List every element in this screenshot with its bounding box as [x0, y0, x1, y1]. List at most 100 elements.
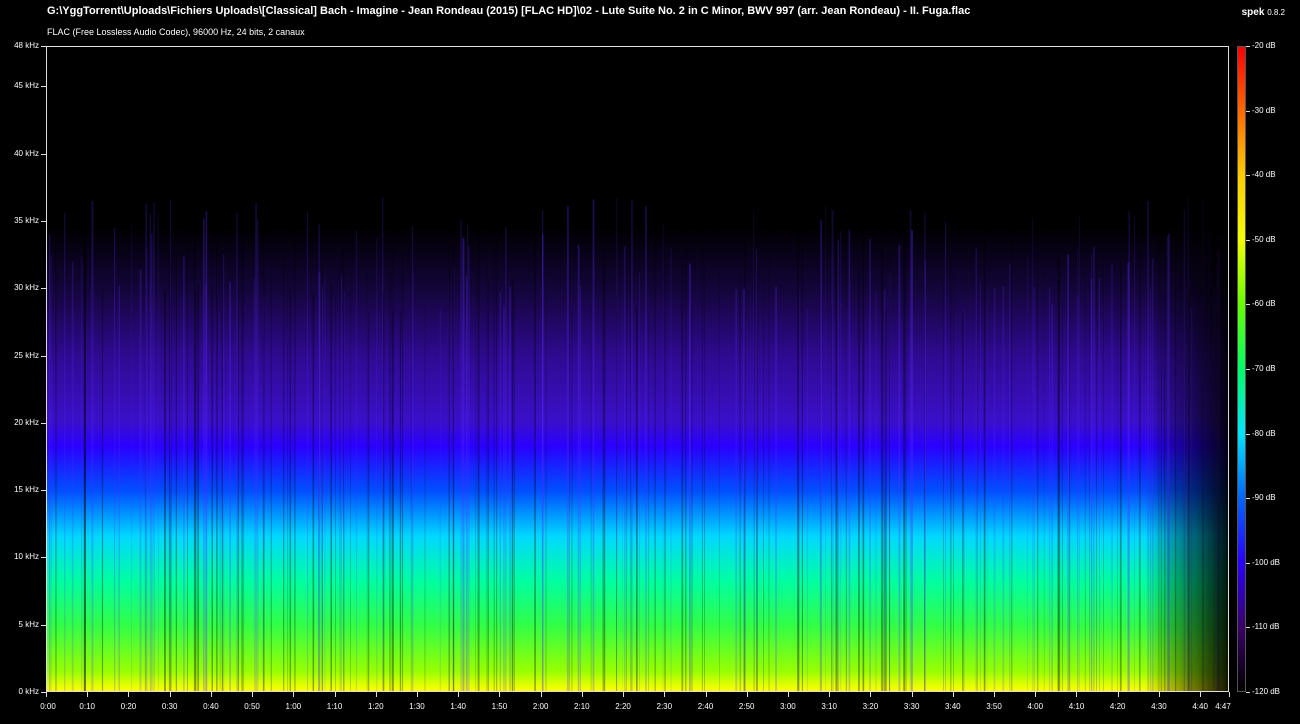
- freq-tick-mark: [41, 154, 46, 155]
- time-tick-label: 1:00: [285, 702, 302, 711]
- time-tick-mark: [1200, 692, 1201, 697]
- time-tick-mark: [541, 692, 542, 697]
- freq-tick-label: 5 kHz: [18, 619, 39, 629]
- db-tick-mark: [1246, 111, 1250, 112]
- db-tick-mark: [1246, 498, 1250, 499]
- spectrogram-plot: [46, 46, 1229, 692]
- time-tick-mark: [376, 692, 377, 697]
- freq-tick-mark: [41, 86, 46, 87]
- time-tick-label: 4:10: [1068, 702, 1085, 711]
- file-path-title: G:\YggTorrent\Uploads\Fichiers Uploads\[…: [47, 5, 971, 17]
- time-tick-label: 1:30: [409, 702, 425, 711]
- time-tick-label: 1:20: [367, 702, 384, 711]
- db-tick-mark: [1246, 563, 1250, 564]
- time-tick-label: 2:40: [697, 702, 714, 711]
- time-tick-label: 1:50: [491, 702, 508, 711]
- time-tick-label: 1:40: [450, 702, 466, 711]
- time-tick-mark: [953, 692, 954, 697]
- freq-tick-label: 10 kHz: [14, 552, 39, 562]
- time-tick-mark: [1035, 692, 1036, 697]
- time-tick-mark: [46, 692, 47, 697]
- db-tick-label: -40 dB: [1252, 170, 1276, 180]
- time-tick-label: 3:10: [821, 702, 837, 711]
- time-tick-mark: [747, 692, 748, 697]
- time-tick-label: 4:47: [1215, 702, 1231, 711]
- db-tick-mark: [1246, 369, 1250, 370]
- app-name: spek: [1241, 7, 1265, 18]
- db-tick-mark: [1246, 692, 1250, 693]
- time-tick-label: 4:20: [1109, 702, 1126, 711]
- db-tick-label: -50 dB: [1252, 234, 1276, 244]
- freq-tick-mark: [41, 356, 46, 357]
- time-tick-mark: [1229, 692, 1230, 697]
- db-tick-label: -20 dB: [1252, 41, 1276, 50]
- time-tick-label: 1:10: [326, 702, 343, 711]
- time-tick-label: 2:00: [532, 702, 549, 711]
- time-tick-mark: [293, 692, 294, 697]
- freq-tick-label: 20 kHz: [14, 417, 39, 427]
- time-tick-label: 0:30: [161, 702, 178, 711]
- freq-tick-label: 48 kHz: [14, 41, 39, 50]
- freq-tick-mark: [41, 557, 46, 558]
- freq-tick-label: 35 kHz: [14, 215, 39, 225]
- time-tick-mark: [870, 692, 871, 697]
- time-tick-mark: [211, 692, 212, 697]
- app-version: 0.8.2: [1267, 8, 1285, 17]
- db-tick-label: -60 dB: [1252, 299, 1276, 309]
- time-tick-label: 2:30: [656, 702, 673, 711]
- time-tick-mark: [458, 692, 459, 697]
- db-tick-label: -30 dB: [1252, 105, 1276, 115]
- time-tick-mark: [829, 692, 830, 697]
- time-tick-mark: [706, 692, 707, 697]
- db-tick-mark: [1246, 175, 1250, 176]
- time-tick-mark: [1076, 692, 1077, 697]
- time-tick-label: 0:20: [120, 702, 137, 711]
- time-tick-label: 3:20: [862, 702, 879, 711]
- app-version-label: spek 0.8.2: [1242, 7, 1285, 18]
- time-tick-mark: [994, 692, 995, 697]
- time-tick-label: 3:00: [780, 702, 796, 711]
- time-tick-label: 3:40: [945, 702, 961, 711]
- freq-tick-label: 15 kHz: [14, 485, 39, 495]
- time-tick-mark: [582, 692, 583, 697]
- db-tick-label: -70 dB: [1252, 364, 1276, 373]
- time-tick-mark: [1118, 692, 1119, 697]
- freq-tick-label: 30 kHz: [14, 283, 39, 293]
- time-tick-label: 0:50: [244, 702, 260, 711]
- db-tick-mark: [1246, 627, 1250, 628]
- time-tick-mark: [623, 692, 624, 697]
- time-tick-mark: [335, 692, 336, 697]
- freq-tick-mark: [41, 423, 46, 424]
- time-tick-mark: [1159, 692, 1160, 697]
- track-end-fade: [47, 47, 1228, 691]
- spectrogram-image: [47, 47, 1228, 691]
- freq-tick-label: 0 kHz: [18, 687, 39, 696]
- time-tick-label: 4:00: [1027, 702, 1044, 711]
- db-tick-label: -100 dB: [1252, 557, 1281, 567]
- time-tick-mark: [664, 692, 665, 697]
- time-tick-label: 0:10: [79, 702, 96, 711]
- time-tick-label: 2:20: [615, 702, 631, 711]
- db-tick-label: -110 dB: [1252, 622, 1280, 632]
- time-tick-mark: [87, 692, 88, 697]
- time-tick-label: 0:40: [203, 702, 219, 711]
- time-tick-label: 2:50: [738, 702, 755, 711]
- db-tick-mark: [1246, 46, 1250, 47]
- freq-tick-label: 25 kHz: [14, 350, 39, 360]
- freq-tick-mark: [41, 46, 46, 47]
- db-tick-label: -120 dB: [1252, 687, 1281, 696]
- time-tick-label: 3:50: [986, 702, 1002, 711]
- time-tick-mark: [912, 692, 913, 697]
- db-color-scale: [1237, 46, 1246, 692]
- time-tick-label: 2:10: [574, 702, 590, 711]
- time-tick-label: 4:40: [1192, 702, 1208, 711]
- time-tick-label: 0:00: [40, 702, 56, 711]
- time-tick-mark: [788, 692, 789, 697]
- time-tick-mark: [128, 692, 129, 697]
- freq-tick-mark: [41, 221, 46, 222]
- db-tick-mark: [1246, 240, 1250, 241]
- time-tick-mark: [170, 692, 171, 697]
- db-tick-label: -80 dB: [1252, 428, 1276, 438]
- db-tick-mark: [1246, 434, 1250, 435]
- freq-tick-mark: [41, 625, 46, 626]
